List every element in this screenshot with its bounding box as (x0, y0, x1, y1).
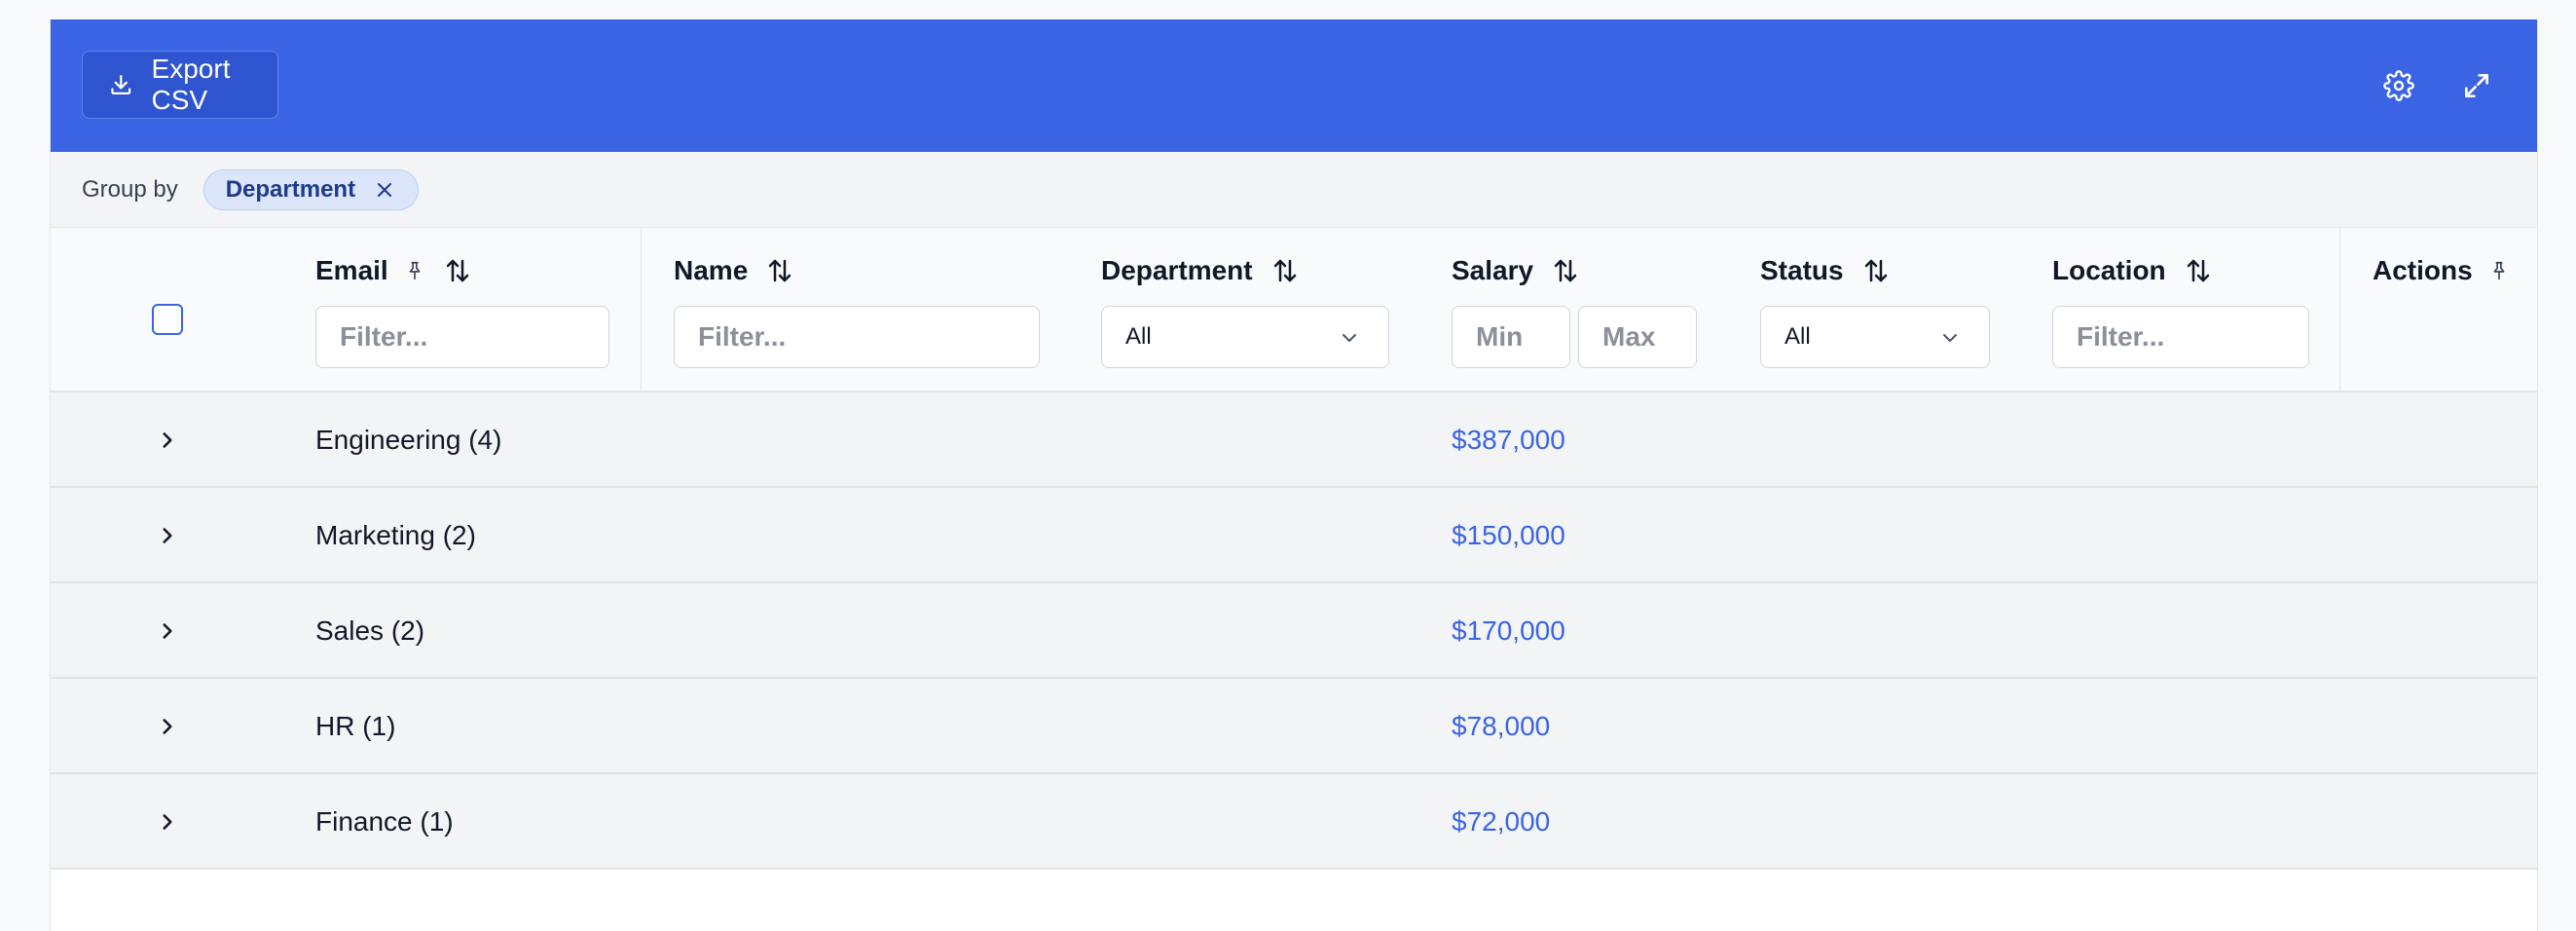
column-title-department: Department (1101, 255, 1253, 285)
export-csv-label: Export CSV (151, 54, 231, 115)
group-label: HR (1) (315, 711, 396, 741)
column-header-name: Name (674, 255, 794, 286)
status-filter-value: All (1785, 323, 1811, 350)
status-filter-select[interactable]: All (1760, 306, 1990, 368)
remove-group-button[interactable] (373, 178, 396, 202)
group-row-marketing[interactable]: Marketing (2) $150,000 (51, 488, 2537, 583)
location-filter-input[interactable] (2052, 306, 2309, 368)
chevron-right-icon (163, 623, 172, 639)
data-table-panel: Export CSV Group by Department Email Fil… (50, 19, 2538, 931)
expand-row-button[interactable] (154, 427, 181, 454)
group-label: Engineering (4) (315, 425, 502, 455)
expand-row-button[interactable] (154, 713, 181, 740)
actions-column-divider (2339, 228, 2340, 392)
group-by-chip-label: Department (225, 175, 356, 203)
column-title-location: Location (2052, 255, 2166, 285)
fullscreen-button[interactable] (2459, 68, 2494, 103)
chevron-down-icon (1343, 334, 1356, 342)
sort-icon[interactable] (1270, 256, 1300, 285)
sort-icon[interactable] (1861, 256, 1891, 285)
expand-row-button[interactable] (154, 522, 181, 549)
sort-icon[interactable] (443, 256, 472, 285)
table-toolbar: Export CSV (51, 19, 2537, 152)
table-header: Email Name Department All (51, 228, 2537, 392)
pin-icon[interactable] (404, 260, 425, 281)
group-label: Finance (1) (315, 806, 454, 837)
column-header-status: Status (1760, 255, 1891, 286)
department-filter-value: All (1125, 323, 1152, 350)
department-filter-select[interactable]: All (1101, 306, 1389, 368)
expand-row-button[interactable] (154, 808, 181, 836)
group-row-sales[interactable]: Sales (2) $170,000 (51, 583, 2537, 679)
expand-row-button[interactable] (154, 617, 181, 645)
group-by-label: Group by (82, 175, 178, 203)
group-by-chip: Department (202, 168, 420, 210)
name-filter-input[interactable] (674, 306, 1040, 368)
salary-min-input[interactable] (1452, 306, 1570, 368)
sort-icon[interactable] (765, 256, 794, 285)
chevron-down-icon (1943, 334, 1957, 342)
group-salary-total: $150,000 (1452, 520, 1565, 550)
expand-icon (2465, 74, 2488, 97)
column-title-name: Name (674, 255, 749, 285)
column-header-location: Location (2052, 255, 2213, 286)
column-title-actions: Actions (2373, 255, 2473, 285)
sort-icon[interactable] (1551, 256, 1580, 285)
chevron-right-icon (163, 814, 172, 830)
close-icon (378, 182, 392, 197)
column-title-status: Status (1760, 255, 1844, 285)
email-filter-input[interactable] (315, 306, 609, 368)
group-salary-total: $170,000 (1452, 615, 1565, 646)
settings-button[interactable] (2381, 68, 2416, 103)
group-salary-total: $387,000 (1452, 425, 1565, 455)
export-csv-button[interactable]: Export CSV (82, 51, 278, 119)
column-header-department: Department (1101, 255, 1300, 286)
column-header-salary: Salary (1452, 255, 1580, 286)
column-title-email: Email (315, 255, 388, 285)
group-row-engineering[interactable]: Engineering (4) $387,000 (51, 392, 2537, 488)
download-icon (111, 75, 131, 94)
group-label: Sales (2) (315, 615, 425, 646)
column-title-salary: Salary (1452, 255, 1534, 285)
group-row-finance[interactable]: Finance (1) $72,000 (51, 774, 2537, 870)
select-all-checkbox[interactable] (152, 304, 183, 335)
column-header-actions: Actions (2373, 255, 2510, 286)
group-salary-total: $78,000 (1452, 711, 1551, 741)
pin-icon[interactable] (2488, 260, 2510, 281)
chevron-right-icon (163, 719, 172, 734)
salary-max-input[interactable] (1578, 306, 1697, 368)
group-label: Marketing (2) (315, 520, 476, 550)
gear-icon (2383, 70, 2414, 101)
group-by-bar: Group by Department (51, 152, 2537, 228)
pinned-column-divider (641, 228, 642, 392)
group-row-hr[interactable]: HR (1) $78,000 (51, 679, 2537, 774)
group-salary-total: $72,000 (1452, 806, 1551, 837)
column-header-email: Email (315, 255, 472, 286)
sort-icon[interactable] (2184, 256, 2213, 285)
chevron-right-icon (163, 432, 172, 448)
chevron-right-icon (163, 528, 172, 543)
